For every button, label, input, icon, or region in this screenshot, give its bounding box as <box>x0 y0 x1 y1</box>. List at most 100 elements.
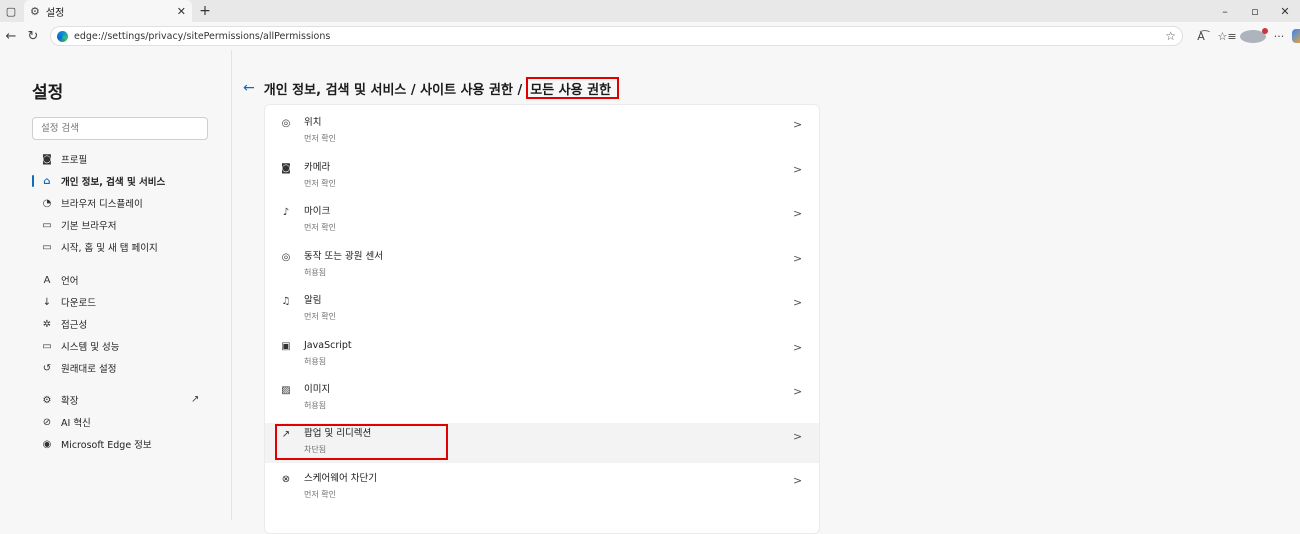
sidebar-item-default-browser[interactable]: ▭ 기본 브라우저 <box>40 215 230 235</box>
sensor-icon: ◎ <box>281 252 291 263</box>
sidebar-item-label: 다운로드 <box>61 298 96 309</box>
sidebar-item-label: 언어 <box>61 276 79 287</box>
back-arrow-icon[interactable]: ← <box>243 80 255 96</box>
chevron-right-icon: > <box>793 118 803 131</box>
settings-search-input[interactable] <box>32 117 208 140</box>
chevron-right-icon: > <box>793 430 803 443</box>
sidebar-item-reset[interactable]: ↺ 원래대로 설정 <box>40 358 230 378</box>
minimize-icon[interactable]: – <box>1210 0 1240 22</box>
read-aloud-icon[interactable]: A͡ <box>1188 30 1214 43</box>
sidebar-item-label: 원래대로 설정 <box>61 364 117 375</box>
sidebar-item-languages[interactable]: A 언어 <box>40 270 230 290</box>
restore-icon[interactable]: ▫ <box>1240 0 1270 22</box>
extensions-icon: ⚙ <box>42 394 52 406</box>
image-icon: ▨ <box>281 385 291 396</box>
new-tab-button[interactable]: + <box>196 0 214 22</box>
sidebar-item-privacy[interactable]: ⌂ 개인 정보, 검색 및 서비스 <box>40 171 230 191</box>
permission-row-camera[interactable]: ◙ 카메라 먼저 확인 > <box>265 160 819 200</box>
breadcrumb-path[interactable]: 개인 정보, 검색 및 서비스 / 사이트 사용 권한 / <box>264 79 523 98</box>
chevron-right-icon: > <box>793 474 803 487</box>
permission-name: 마이크 <box>304 206 331 217</box>
avatar <box>1240 27 1268 43</box>
palette-icon: ◔ <box>42 197 52 209</box>
back-button[interactable]: ← <box>0 25 22 47</box>
ai-icon: ⊘ <box>42 416 52 428</box>
copilot-button[interactable] <box>1292 29 1300 43</box>
chevron-right-icon: > <box>793 207 803 220</box>
refresh-button[interactable]: ↻ <box>22 25 44 47</box>
permission-row-sensors[interactable]: ◎ 동작 또는 광원 센서 허용됨 > <box>265 249 819 289</box>
sidebar-item-profile[interactable]: ◙ 프로필 <box>40 149 230 169</box>
sidebar-item-accessibility[interactable]: ✲ 접근성 <box>40 314 230 334</box>
sidebar-item-label: 기본 브라우저 <box>61 221 117 232</box>
javascript-icon: ▣ <box>281 341 291 352</box>
favorites-icon[interactable]: ☆≡ <box>1214 30 1240 43</box>
sidebar-item-extensions[interactable]: ⚙ 확장 <box>40 390 230 410</box>
language-icon: A <box>43 274 51 286</box>
shield-icon: ⊗ <box>281 474 291 485</box>
permission-name: 동작 또는 광원 센서 <box>304 251 383 262</box>
chevron-right-icon: > <box>793 385 803 398</box>
sidebar-item-label: 접근성 <box>61 320 88 331</box>
permission-row-location[interactable]: ◎ 위치 먼저 확인 > <box>265 115 819 155</box>
sidebar-item-label: 시스템 및 성능 <box>61 342 120 353</box>
sidebar-item-appearance[interactable]: ◔ 브라우저 디스플레이 <box>40 193 230 213</box>
home-icon: ▭ <box>42 241 52 253</box>
sidebar-item-label: 시작, 홈 및 새 탭 페이지 <box>61 243 158 254</box>
sidebar-item-label: 브라우저 디스플레이 <box>61 199 143 210</box>
copilot-icon <box>1292 29 1300 43</box>
permission-status: 먼저 확인 <box>304 223 336 232</box>
permission-name: JavaScript <box>304 340 352 351</box>
permission-status: 허용됨 <box>304 357 327 366</box>
permission-name: 스케어웨어 차단기 <box>304 473 377 484</box>
close-window-icon[interactable]: ✕ <box>1270 0 1300 22</box>
permission-row-notifications[interactable]: ♫ 알림먼저 확인 > <box>265 293 819 333</box>
location-icon: ◎ <box>281 118 291 129</box>
permission-row-javascript[interactable]: ▣ JavaScript 허용됨 > <box>265 338 819 378</box>
sidebar-item-label: Microsoft Edge 정보 <box>61 440 152 451</box>
window-controls: – ▫ ✕ <box>1210 0 1300 22</box>
address-bar[interactable]: edge://settings/privacy/sitePermissions/… <box>50 26 1183 46</box>
browser-tab[interactable]: ⚙ 설정 ✕ <box>24 0 192 22</box>
url-text: edge://settings/privacy/sitePermissions/… <box>74 30 331 42</box>
sidebar-item-about[interactable]: ◉ Microsoft Edge 정보 <box>40 434 230 454</box>
permission-row-microphone[interactable]: ♪ 마이크 먼저 확인 > <box>265 204 819 244</box>
sidebar-item-label: 개인 정보, 검색 및 서비스 <box>61 177 166 188</box>
edge-site-icon <box>57 30 68 42</box>
permissions-list: ◎ 위치 먼저 확인 > ◙ 카메라 먼저 확인 > ♪ 마이크 먼저 확인 > ◎ … <box>264 104 820 534</box>
reset-icon: ↺ <box>42 362 52 374</box>
profile-button[interactable] <box>1240 27 1268 43</box>
tab-title: 설정 <box>45 7 65 19</box>
more-icon[interactable]: ··· <box>1266 30 1292 43</box>
chevron-right-icon: > <box>793 341 803 354</box>
close-tab-icon[interactable]: ✕ <box>177 5 186 18</box>
camera-icon: ◙ <box>281 163 291 174</box>
sidebar-divider <box>231 50 232 520</box>
sidebar-item-label: 확장 <box>61 396 79 407</box>
breadcrumb-current: 모든 사용 권한 <box>526 77 620 99</box>
download-icon: ↓ <box>42 296 52 308</box>
permission-row-scareware[interactable]: ⊗ 스케어웨어 차단기먼저 확인 > <box>265 471 819 511</box>
sidebar-item-ai[interactable]: ⊘ AI 혁신 <box>40 412 230 432</box>
permission-name: 알림 <box>304 295 322 306</box>
sidebar-item-start-home[interactable]: ▭ 시작, 홈 및 새 탭 페이지 <box>40 237 230 257</box>
system-icon: ▭ <box>42 340 52 352</box>
favorite-star-icon[interactable]: ☆ <box>1165 29 1176 43</box>
bell-icon: ♫ <box>281 296 291 307</box>
tab-strip: ▢ <box>0 0 1300 22</box>
sidebar-item-downloads[interactable]: ↓ 다운로드 <box>40 292 230 312</box>
permission-status: 먼저 확인 <box>304 490 336 499</box>
permission-row-images[interactable]: ▨ 이미지 허용됨 > <box>265 382 819 422</box>
sidebar-item-label: AI 혁신 <box>61 418 91 429</box>
chevron-right-icon: > <box>793 252 803 265</box>
accessibility-icon: ✲ <box>42 318 52 330</box>
permission-status: 먼저 확인 <box>304 312 336 321</box>
settings-sidebar: 설정 ◙ 프로필 ⌂ 개인 정보, 검색 및 서비스 ◔ 브라우저 디스플레이 ▭ 기본… <box>0 50 232 520</box>
chevron-right-icon: > <box>793 296 803 309</box>
sidebar-toggle-icon[interactable]: ▢ <box>0 0 22 22</box>
external-link-icon: ↗ <box>191 394 200 405</box>
sidebar-item-system[interactable]: ▭ 시스템 및 성능 <box>40 336 230 356</box>
toolbar: A͡ ☆≡ ··· <box>1188 22 1300 50</box>
chevron-right-icon: > <box>793 163 803 176</box>
browser-icon: ▭ <box>42 219 52 231</box>
